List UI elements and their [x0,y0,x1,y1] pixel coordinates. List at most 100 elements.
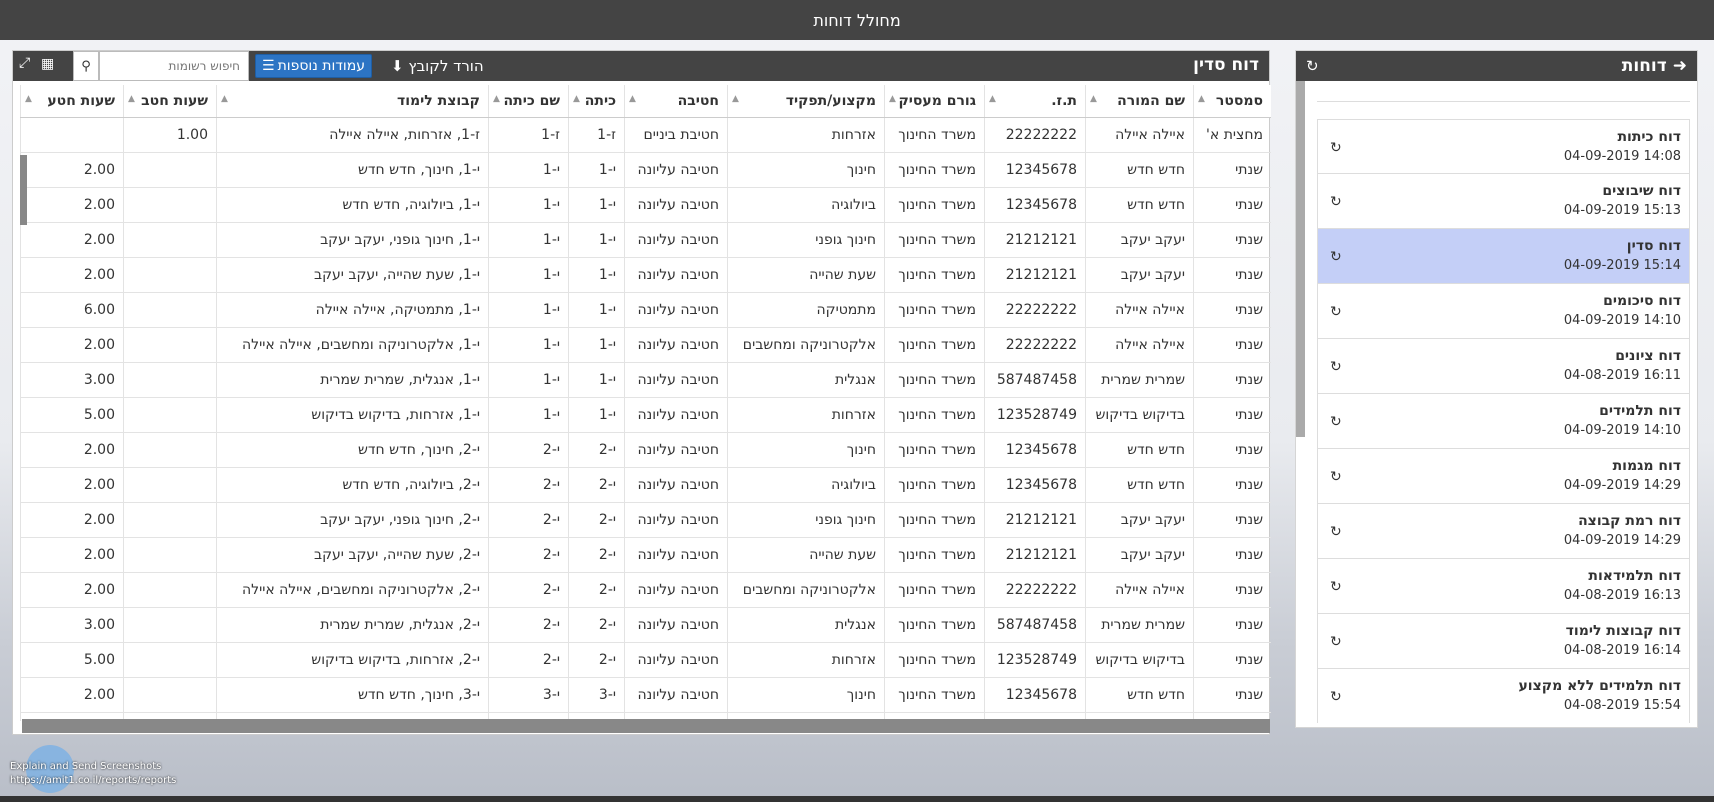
table-cell: י-1 [568,186,625,223]
table-cell: י-2 [488,536,569,573]
table-cell: חטיבה עליונה [624,571,728,608]
table-row[interactable]: שנתי שמרית שמרית 587487458 משרד החינוך אנגלי… [20,361,1271,398]
table-row[interactable]: שנתי איילה איילה 22222222 משרד החינוך אלקטרו… [20,326,1271,363]
report-list-item[interactable]: דוח קבוצות לימוד 04-08-2019 16:14 ↻ [1317,614,1690,669]
table-cell: 12345678 [984,466,1086,503]
table-row[interactable]: שנתי יעקב יעקב 21212121 משרד החינוך שעת שהיי… [20,256,1271,293]
reports-scrollbar[interactable] [1296,81,1305,437]
expand-icon[interactable]: ⤢ [19,55,30,71]
status-line-1: Explain and Send Screenshots [10,761,162,772]
table-cell: ז-1 [568,116,625,153]
column-header[interactable]: חטיבה ▲︎ [624,85,728,118]
table-cell: שעת שהייה [727,256,885,293]
table-cell: חינוך גופני [727,221,885,258]
report-list-item[interactable]: דוח מגמות 04-09-2019 14:29 ↻ [1317,449,1690,504]
table-cell: שנתי [1193,396,1271,433]
report-list-item[interactable]: דוח שיבוצים 04-09-2019 15:13 ↻ [1317,174,1690,229]
table-cell: י-1 [568,326,625,363]
refresh-icon[interactable]: ↻ [1330,140,1342,156]
horizontal-scrollbar[interactable] [22,719,1270,733]
refresh-icon[interactable]: ↻ [1330,249,1342,265]
table-row[interactable]: שנתי חדש חדש 12345678 משרד החינוך חינוך חטיבה… [20,431,1271,468]
report-list-item[interactable]: דוח תלמידים ללא מקצוע 04-08-2019 15:54 ↻ [1317,669,1690,723]
column-header[interactable]: שעות חטב ▲︎ [123,85,217,118]
refresh-icon[interactable]: ↻ [1330,414,1342,430]
download-button[interactable]: ⬇ הורד לקובץ [391,57,484,75]
search-input[interactable] [99,51,249,81]
table-cell: משרד החינוך [884,116,985,153]
report-list-item[interactable]: דוח סדין 04-09-2019 15:14 ↻ [1317,229,1690,284]
table-cell: משרד החינוך [884,361,985,398]
table-cell: חטיבה עליונה [624,641,728,678]
table-row[interactable]: שנתי יעקב יעקב 21212121 משרד החינוך שעת שהיי… [20,536,1271,573]
table-cell: 22222222 [984,116,1086,153]
column-header[interactable]: כיתה ▲︎ [568,85,625,118]
report-list-item[interactable]: דוח ציונים 04-08-2019 16:11 ↻ [1317,339,1690,394]
table-row[interactable]: שנתי חדש חדש 12345678 משרד החינוך חינוך חטיבה… [20,151,1271,188]
table-cell [123,676,217,713]
column-header[interactable]: סמסטר ▲ [1193,85,1271,118]
table-cell: משרד החינוך [884,431,985,468]
report-list-item[interactable]: דוח כיתות 04-09-2019 14:08 ↻ [1317,119,1690,174]
table-cell: 2.00 [20,571,124,608]
table-row[interactable]: שנתי איילה איילה 22222222 משרד החינוך אלקטרו… [20,571,1271,608]
refresh-icon[interactable]: ↻ [1330,634,1342,650]
refresh-icon[interactable]: ↻ [1330,524,1342,540]
refresh-icon[interactable]: ↻ [1330,469,1342,485]
arrow-right-icon[interactable]: ➜ [1673,56,1687,76]
table-row[interactable]: שנתי חדש חדש 12345678 משרד החינוך חינוך חטיבה… [20,676,1271,713]
table-cell: 2.00 [20,186,124,223]
table-cell: 12345678 [984,186,1086,223]
vertical-scrollbar[interactable] [20,155,27,225]
table-cell: י-1 [568,361,625,398]
column-header-label: שעות חטב [141,92,208,109]
table-row[interactable]: שנתי שמרית שמרית 587487458 משרד החינוך אנגלי… [20,606,1271,643]
column-header[interactable]: שם המורה ▲︎ [1085,85,1194,118]
table-cell: ביולוגיה [727,186,885,223]
report-table: סמסטר ▲ שם המורה ▲︎ ת.ז. ▲︎ גורם מעסיק ▲︎ מקצוע/… [20,85,1271,721]
table-cell: חדש חדש [1085,466,1194,503]
column-header[interactable]: גורם מעסיק ▲︎ [884,85,985,118]
refresh-icon[interactable]: ↻ [1330,579,1342,595]
column-header[interactable]: קבוצת לימוד ▲︎ [216,85,489,118]
report-list-item[interactable]: דוח סיכומים 04-09-2019 14:10 ↻ [1317,284,1690,339]
table-cell: חטיבה עליונה [624,291,728,328]
refresh-icon[interactable]: ↻ [1330,689,1342,705]
table-row[interactable]: שנתיחדש חדש12345678משרד החינוךביולוגיהחט… [20,466,1271,503]
refresh-icon[interactable]: ↻ [1330,194,1342,210]
grid-icon[interactable]: ▦ [41,56,54,72]
table-row[interactable]: מחצית א' איילה איילה 22222222 משרד החינוך אז… [20,116,1271,153]
more-columns-button[interactable]: ☰ עמודות נוספות [255,54,373,78]
table-row[interactable]: שנתי יעקב יעקב 21212121 משרד החינוך חינוך גו… [20,501,1271,538]
column-header-label: ת.ז. [1051,92,1077,109]
refresh-icon[interactable]: ↻ [1330,359,1342,375]
column-header[interactable]: שם כיתה ▲︎ [488,85,569,118]
table-cell: י-1 [568,256,625,293]
table-cell: חטיבת ביניים [624,116,728,153]
table-row[interactable]: שנתיחדש חדש12345678משרד החינוךביולוגיהחט… [20,186,1271,223]
column-header[interactable]: מקצוע/תפקיד ▲︎ [727,85,885,118]
table-row[interactable]: שנתי יעקב יעקב 21212121 משרד החינוך חינוך גו… [20,221,1271,258]
table-cell: י-2, ביולוגיה, חדש חדש [216,466,489,503]
table-row[interactable]: שנתי בדיקוש בדיקוש 123528749 משרד החינוך אזר… [20,641,1271,678]
table-row[interactable]: שנתי בדיקוש בדיקוש 123528749 משרד החינוך אזר… [20,396,1271,433]
table-cell: אזרחות [727,116,885,153]
report-list-item[interactable]: דוח רמת קבוצה 04-09-2019 14:29 ↻ [1317,504,1690,559]
report-list-item[interactable]: דוח תלמידים 04-09-2019 14:10 ↻ [1317,394,1690,449]
table-cell: ז-1 [488,116,569,153]
app-title: מחולל דוחות [813,10,901,30]
table-cell: משרד החינוך [884,396,985,433]
table-cell [20,116,124,153]
report-list-item[interactable]: דוח תלמידאות 04-08-2019 16:13 ↻ [1317,559,1690,614]
refresh-icon[interactable]: ↻ [1306,57,1319,75]
report-name: דוח רמת קבוצה [1578,513,1681,529]
report-date: 04-08-2019 16:11 [1563,368,1681,383]
table-cell: יעקב יעקב [1085,256,1194,293]
table-cell: י-1 [488,326,569,363]
column-header[interactable]: ת.ז. ▲︎ [984,85,1086,118]
report-name: דוח תלמידים [1599,403,1681,419]
table-row[interactable]: שנתי איילה איילה 22222222 משרד החינוך מתמטיק… [20,291,1271,328]
search-icon[interactable]: ⚲ [73,51,99,81]
refresh-icon[interactable]: ↻ [1330,304,1342,320]
column-header[interactable]: שעות חטע ▲︎ [20,85,124,118]
